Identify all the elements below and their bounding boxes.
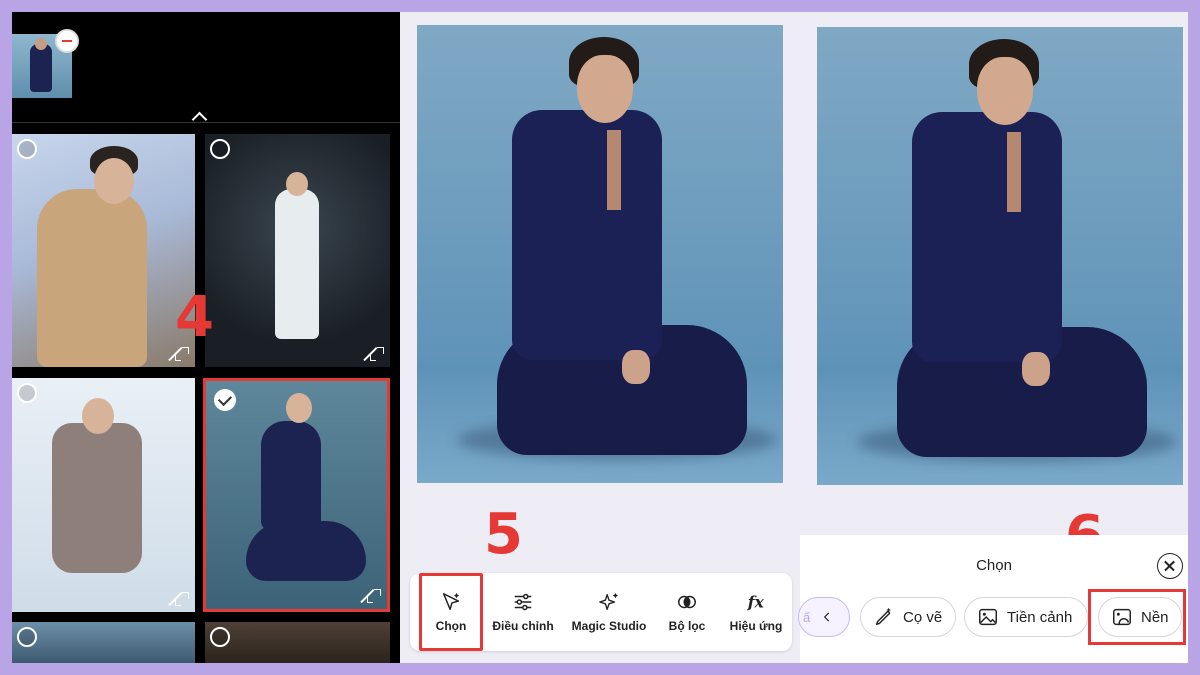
white-outfit	[275, 189, 319, 339]
sheet-title: Chọn	[976, 557, 1012, 574]
sliders-icon	[514, 593, 532, 611]
figure-face	[577, 55, 633, 123]
puffer-jacket	[37, 189, 147, 367]
tool-label: Hiệu ứng	[729, 619, 783, 633]
select-radio[interactable]	[17, 627, 37, 647]
figure-jacket	[512, 110, 662, 360]
tool-label: Chọn	[435, 619, 467, 633]
checkmark-icon[interactable]	[214, 389, 236, 411]
step-number-4: 4	[175, 285, 214, 350]
photo-tile-1[interactable]	[12, 134, 195, 367]
photo-picker-panel: 4	[12, 12, 400, 663]
photo-tile-4-selected[interactable]	[203, 378, 390, 612]
divider	[12, 122, 400, 123]
edited-photo	[817, 27, 1183, 485]
figure-chest	[607, 130, 621, 210]
tool-adjust-button[interactable]: Điều chỉnh	[490, 573, 556, 651]
photo-tile-2[interactable]	[205, 134, 390, 367]
tool-filter-button[interactable]: Bộ lọc	[662, 573, 712, 651]
step-6-highlight	[1088, 589, 1186, 645]
face	[94, 158, 134, 204]
figure-face	[977, 57, 1033, 125]
truncated-chip-text: ấ	[803, 609, 811, 625]
expand-icon[interactable]	[175, 592, 189, 606]
figure-jacket	[912, 112, 1062, 362]
face	[286, 172, 308, 196]
edited-photo	[417, 25, 783, 483]
thumbnail-figure	[30, 44, 52, 92]
expand-icon[interactable]	[367, 589, 381, 603]
filter-circles-icon	[678, 595, 696, 609]
tool-magic-studio-button[interactable]: Magic Studio	[566, 573, 652, 651]
tool-effects-button[interactable]: fx Hiệu ứng	[722, 573, 790, 651]
face	[286, 393, 312, 423]
tool-label: Magic Studio	[571, 619, 647, 633]
figure-hand	[1022, 352, 1050, 386]
chip-label: Cọ vẽ	[903, 608, 943, 626]
svg-text:fx: fx	[747, 593, 765, 612]
tool-label: Bộ lọc	[668, 619, 706, 633]
select-radio[interactable]	[210, 139, 230, 159]
close-icon[interactable]	[1157, 553, 1183, 579]
figure-hand	[622, 350, 650, 384]
edit-toolbar: Chọn Điều chỉnh Magic Studio Bộ lọc fx H…	[410, 573, 792, 651]
outfit	[52, 423, 142, 573]
magic-select-icon	[442, 592, 460, 611]
figure-chest	[1007, 132, 1021, 212]
chip-label: Tiền cảnh	[1007, 608, 1073, 626]
select-radio[interactable]	[17, 383, 37, 403]
select-radio[interactable]	[210, 627, 230, 647]
expand-icon[interactable]	[370, 347, 384, 361]
editor-panel-before: 5 Chọn Điều chỉnh Magic Studio Bộ lọc fx…	[400, 12, 800, 663]
step-number-5: 5	[484, 502, 523, 567]
tool-select-button[interactable]: Chọn	[419, 573, 483, 651]
photo-tile-6[interactable]	[205, 622, 390, 663]
select-bottom-sheet: Chọn ấ Cọ vẽ Tiền cảnh Nền	[798, 535, 1188, 663]
chevron-left-icon	[823, 612, 830, 622]
dark-outfit	[261, 421, 321, 531]
photo-tile-3[interactable]	[12, 378, 195, 612]
fx-icon: fx	[747, 593, 765, 612]
photo-tile-5[interactable]	[12, 622, 195, 663]
brush-chip[interactable]: Cọ vẽ	[860, 597, 956, 637]
tool-label: Điều chỉnh	[492, 619, 554, 633]
remove-selection-icon[interactable]	[55, 29, 79, 53]
foreground-image-icon	[979, 608, 997, 626]
dark-outfit-legs	[246, 521, 366, 581]
face	[82, 398, 114, 434]
editor-panel-after: 6 Chọn ấ Cọ vẽ Tiền cảnh Nền	[798, 12, 1188, 663]
sparkles-icon	[599, 592, 619, 611]
brush-icon	[875, 607, 891, 626]
select-radio[interactable]	[17, 139, 37, 159]
scroll-back-button[interactable]: ấ	[798, 597, 850, 637]
foreground-chip[interactable]: Tiền cảnh	[964, 597, 1088, 637]
thumbnail-head	[35, 38, 47, 50]
